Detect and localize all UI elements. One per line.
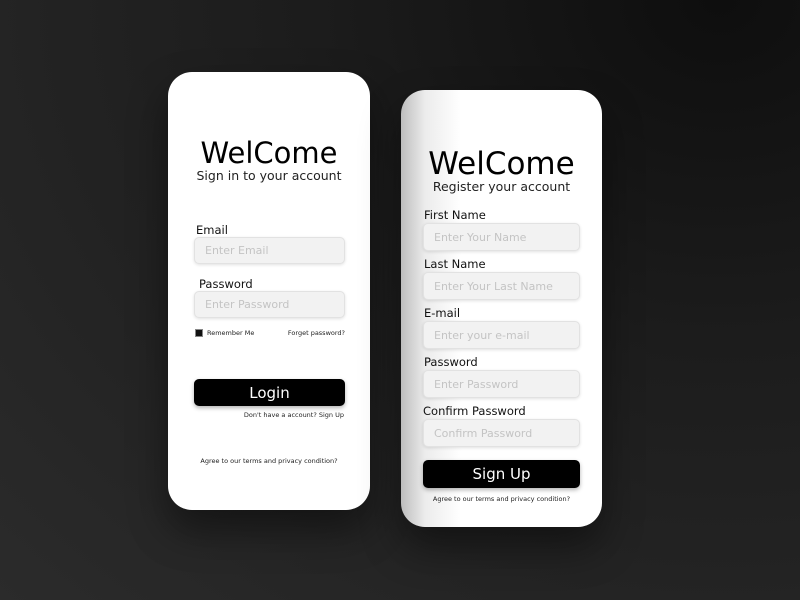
login-subtitle: Sign in to your account xyxy=(196,168,342,183)
email-input[interactable]: Enter Email xyxy=(194,237,345,264)
password-label: Password xyxy=(424,355,478,369)
login-card: WelCome Sign in to your account Email En… xyxy=(168,72,370,510)
last-name-label: Last Name xyxy=(424,257,486,271)
register-title: WelCome xyxy=(428,146,575,182)
register-card: WelCome Register your account First Name… xyxy=(401,90,602,527)
terms-text: Agree to our terms and privacy condition… xyxy=(432,495,571,503)
confirm-password-input[interactable]: Confirm Password xyxy=(423,419,580,447)
login-title: WelCome xyxy=(200,136,338,170)
login-button[interactable]: Login xyxy=(194,379,345,406)
email-label: E-mail xyxy=(424,306,461,320)
confirm-password-label: Confirm Password xyxy=(423,404,526,418)
password-input[interactable]: Enter Password xyxy=(423,370,580,398)
signup-link[interactable]: Don't have a account? Sign Up xyxy=(244,411,344,419)
forgot-password-link[interactable]: Forget password? xyxy=(288,329,345,337)
email-input[interactable]: Enter your e-mail xyxy=(423,321,580,349)
password-input[interactable]: Enter Password xyxy=(194,291,345,318)
terms-text: Agree to our terms and privacy condition… xyxy=(200,457,338,465)
register-subtitle: Register your account xyxy=(432,179,571,194)
password-label: Password xyxy=(199,277,253,291)
last-name-input[interactable]: Enter Your Last Name xyxy=(423,272,580,300)
remember-label: Remember Me xyxy=(207,329,255,337)
signup-button[interactable]: Sign Up xyxy=(423,460,580,488)
first-name-input[interactable]: Enter Your Name xyxy=(423,223,580,251)
email-label: Email xyxy=(196,223,228,237)
first-name-label: First Name xyxy=(424,208,486,222)
remember-checkbox[interactable] xyxy=(195,329,203,337)
